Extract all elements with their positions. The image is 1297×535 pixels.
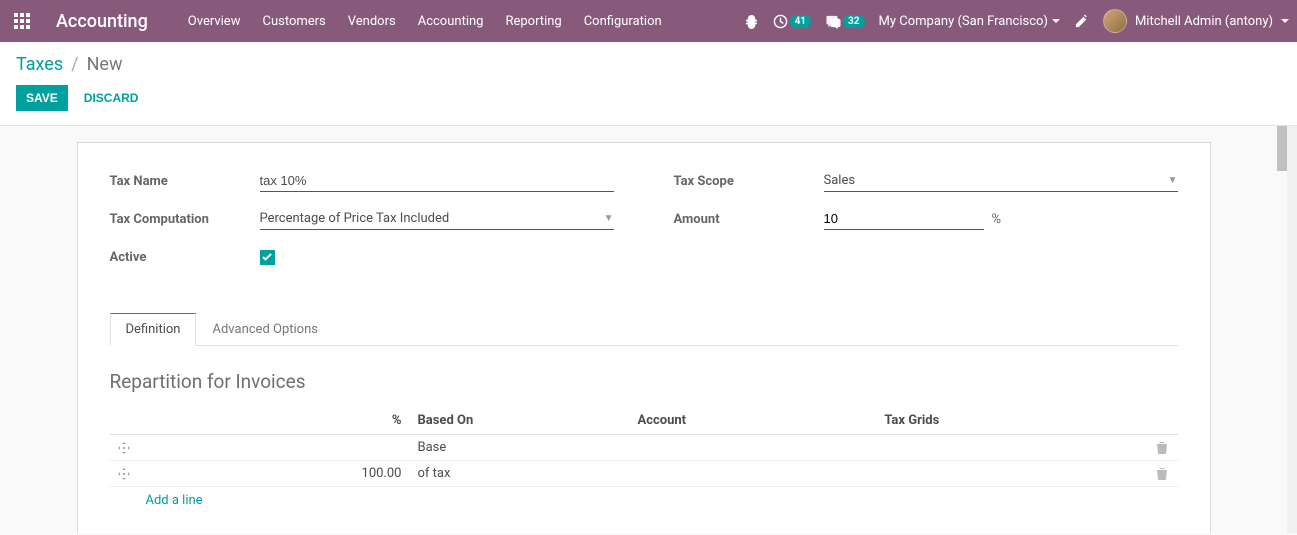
label-active: Active [110,250,260,265]
section-repartition-invoices: Repartition for Invoices [110,370,1178,393]
drag-handle-icon[interactable] [110,461,140,487]
company-name: My Company (San Francisco) [879,14,1048,29]
control-panel: Taxes / New Save Discard [0,42,1297,126]
active-checkbox[interactable] [260,250,275,265]
cell-pct[interactable]: 100.00 [140,461,410,487]
user-name: Mitchell Admin (antony) [1135,14,1273,29]
main-menu: Overview Customers Vendors Accounting Re… [178,4,744,39]
delete-row-icon[interactable] [1148,461,1178,487]
col-pct: % [140,407,410,435]
topbar-right: 41 32 My Company (San Francisco) Mitchel… [744,9,1289,33]
amount-field[interactable] [824,208,984,230]
menu-reporting[interactable]: Reporting [495,4,571,39]
tax-computation-value: Percentage of Price Tax Included [260,208,598,229]
topbar: Accounting Overview Customers Vendors Ac… [0,0,1297,42]
cell-based-on[interactable]: Base [410,435,630,461]
tax-computation-field[interactable]: Percentage of Price Tax Included ▼ [260,208,614,230]
menu-vendors[interactable]: Vendors [338,4,406,39]
chevron-down-icon: ▼ [604,213,614,224]
delete-row-icon[interactable] [1148,435,1178,461]
col-account: Account [630,407,877,435]
menu-accounting[interactable]: Accounting [408,4,494,39]
control-buttons: Save Discard [16,85,1281,111]
amount-suffix: % [992,212,1002,227]
cell-pct[interactable] [140,435,410,461]
col-tax-grids: Tax Grids [876,407,1147,435]
user-menu[interactable]: Mitchell Admin (antony) [1103,9,1289,33]
avatar [1103,9,1127,33]
cell-based-on[interactable]: of tax [410,461,630,487]
tax-scope-field[interactable]: Sales ▼ [824,170,1178,192]
drag-handle-icon[interactable] [110,435,140,461]
debug-icon[interactable] [744,14,759,29]
menu-overview[interactable]: Overview [178,4,251,39]
app-title[interactable]: Accounting [56,11,148,32]
activities-button[interactable]: 41 [773,14,811,29]
table-row[interactable]: 100.00 of tax [110,461,1178,487]
chevron-down-icon [1052,17,1060,25]
form-viewport: Tax Name Tax Computation Percentage of P… [0,126,1297,533]
tab-advanced-options[interactable]: Advanced Options [196,313,333,346]
breadcrumb: Taxes / New [16,50,1281,75]
company-switcher[interactable]: My Company (San Francisco) [879,14,1060,29]
label-tax-name: Tax Name [110,174,260,189]
activities-badge: 41 [790,15,811,28]
label-tax-scope: Tax Scope [674,174,824,189]
messages-badge: 32 [843,15,864,28]
tab-definition[interactable]: Definition [110,313,197,346]
chevron-down-icon: ▼ [1168,175,1178,186]
breadcrumb-separator: / [71,54,78,75]
form-sheet: Tax Name Tax Computation Percentage of P… [77,142,1211,533]
messages-button[interactable]: 32 [825,14,864,29]
cell-account[interactable] [630,435,877,461]
label-tax-computation: Tax Computation [110,212,260,227]
cell-account[interactable] [630,461,877,487]
tax-scope-value: Sales [824,170,1162,191]
col-based-on: Based On [410,407,630,435]
menu-configuration[interactable]: Configuration [574,4,672,39]
apps-icon[interactable] [8,7,36,35]
chevron-down-icon [1281,17,1289,25]
cell-tax-grids[interactable] [876,435,1147,461]
breadcrumb-parent[interactable]: Taxes [16,54,63,75]
tabs: Definition Advanced Options [110,313,1178,346]
label-amount: Amount [674,212,824,227]
repartition-table: % Based On Account Tax Grids Base [110,407,1178,514]
save-button[interactable]: Save [16,85,68,111]
menu-customers[interactable]: Customers [252,4,335,39]
settings-icon[interactable] [1074,14,1089,29]
cell-tax-grids[interactable] [876,461,1147,487]
table-row[interactable]: Base [110,435,1178,461]
add-line-button[interactable]: Add a line [110,487,1178,514]
breadcrumb-current: New [87,54,123,75]
tax-name-field[interactable] [260,170,614,192]
discard-button[interactable]: Discard [74,85,149,111]
